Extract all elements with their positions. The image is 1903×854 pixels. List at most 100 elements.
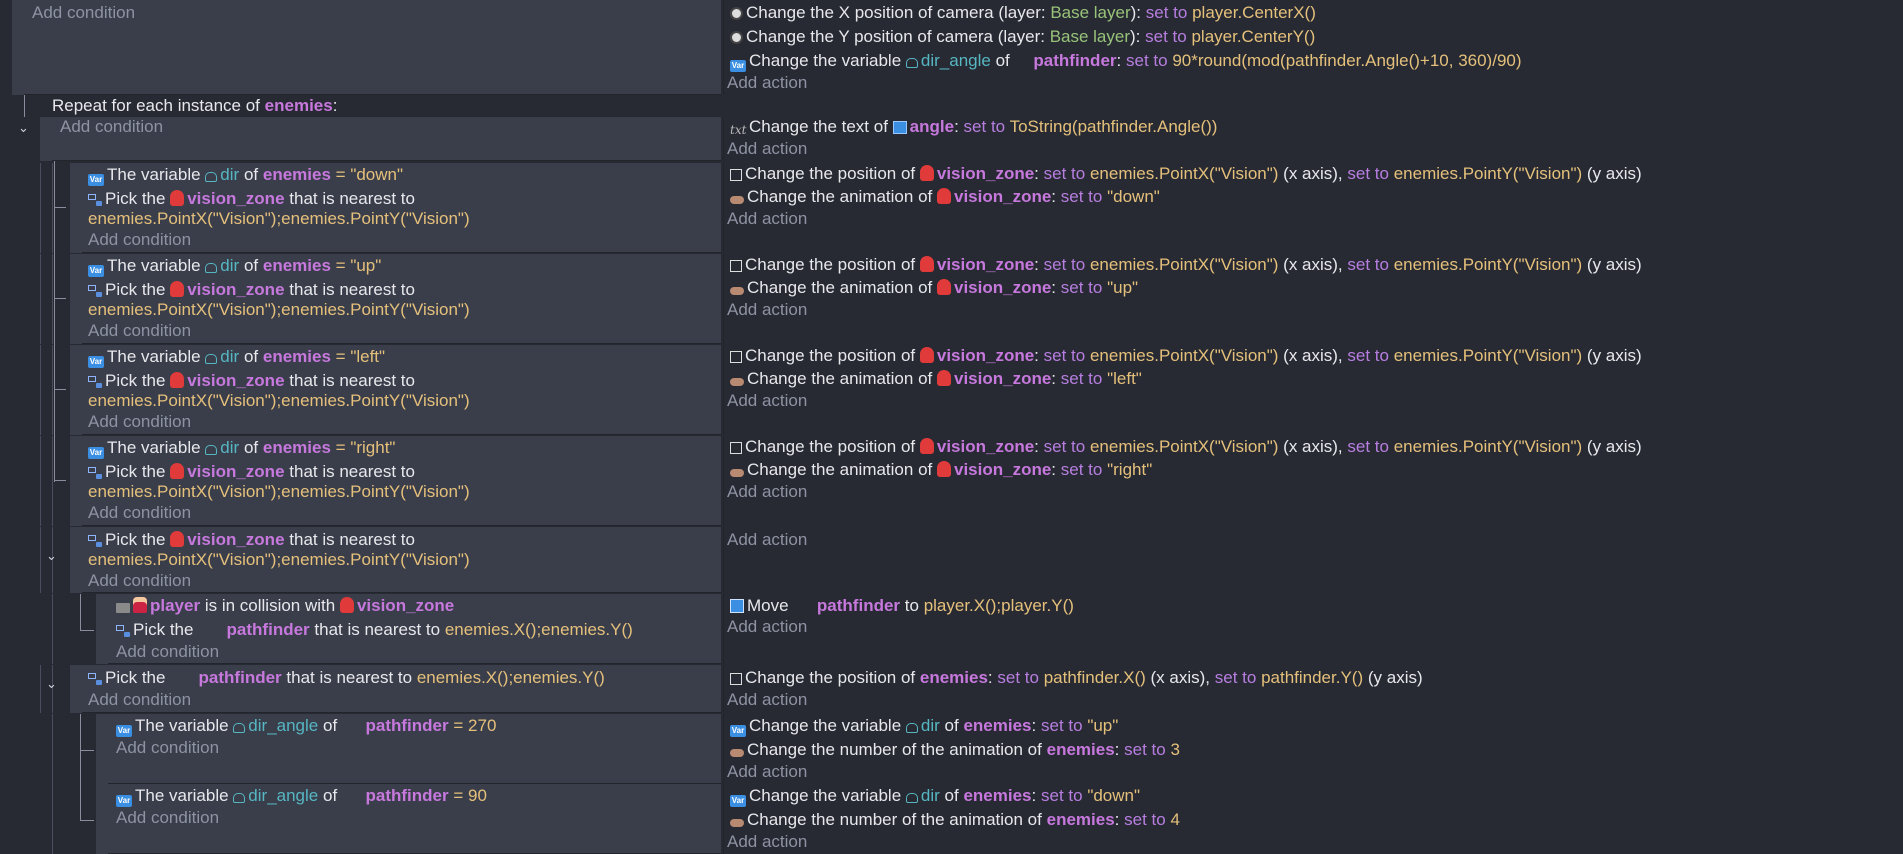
add-action-link[interactable]: Add action (727, 300, 807, 320)
action-set-dir[interactable]: Var Change the variable dir of enemies: s… (730, 716, 1118, 737)
condition-pick-nearest[interactable]: Pick the vision_zone that is nearest to (88, 371, 415, 391)
condition-block[interactable]: Var The variable dir_angle of pathfinder … (108, 784, 721, 854)
condition-block[interactable]: Pick the vision_zone that is nearest to … (82, 527, 721, 593)
action-block[interactable]: Change the position of vision_zone: set … (723, 254, 1903, 344)
add-action-link[interactable]: Add action (727, 832, 807, 852)
action-animation-vision-zone[interactable]: Change the animation of vision_zone: set… (730, 460, 1152, 480)
condition-block[interactable]: Var The variable dir of enemies = "down" … (82, 163, 721, 253)
action-block[interactable]: txt Change the text of angle: set to ToSt… (723, 117, 1903, 161)
player-icon (133, 597, 147, 613)
action-set-dir-angle[interactable]: Var Change the variable dir_angle of path… (730, 51, 1522, 72)
add-condition-link[interactable]: Add condition (88, 321, 191, 341)
condition-block[interactable]: Var The variable dir of enemies = "right"… (82, 436, 721, 526)
condition-pick-nearest[interactable]: Pick the vision_zone that is nearest to (88, 189, 415, 209)
condition-block[interactable]: Add condition (24, 0, 721, 95)
condition-pick-nearest[interactable]: Pick the vision_zone that is nearest to (88, 280, 415, 300)
action-animation-vision-zone[interactable]: Change the animation of vision_zone: set… (730, 278, 1138, 298)
condition-pick-nearest[interactable]: Pick the vision_zone that is nearest to (88, 530, 415, 550)
action-camera-y[interactable]: Change the Y position of camera (layer: … (730, 27, 1315, 47)
condition-block[interactable]: player is in collision with vision_zone … (108, 594, 721, 664)
add-condition-link[interactable]: Add condition (88, 230, 191, 250)
action-block[interactable]: Change the position of enemies: set to p… (723, 665, 1903, 713)
add-condition-link[interactable]: Add condition (88, 503, 191, 523)
add-condition-link[interactable]: Add condition (116, 808, 219, 828)
condition-pick-pathfinder[interactable]: Pick the pathfinder that is nearest to e… (88, 668, 605, 688)
add-condition-link[interactable]: Add condition (116, 738, 219, 758)
action-position-vision-zone[interactable]: Change the position of vision_zone: set … (730, 346, 1642, 366)
condition-variable-dir-angle[interactable]: Var The variable dir_angle of pathfinder … (116, 786, 487, 807)
animation-icon (730, 469, 744, 477)
add-condition-link[interactable]: Add condition (88, 412, 191, 432)
animation-icon (730, 749, 744, 757)
action-position-enemies[interactable]: Change the position of enemies: set to p… (730, 668, 1423, 688)
add-action-link[interactable]: Add action (727, 617, 807, 637)
add-condition-link[interactable]: Add condition (116, 642, 219, 662)
condition-variable-dir[interactable]: Var The variable dir of enemies = "up" (88, 256, 381, 277)
condition-block[interactable]: Add condition (52, 117, 721, 161)
condition-pick-nearest[interactable]: Pick the vision_zone that is nearest to (88, 462, 415, 482)
condition-block[interactable]: Var The variable dir of enemies = "up" Pi… (82, 254, 721, 344)
action-set-dir[interactable]: Var Change the variable dir of enemies: s… (730, 786, 1140, 807)
add-action-link[interactable]: Add action (727, 690, 807, 710)
event-dir-3[interactable]: Var The variable dir of enemies = "right"… (0, 390, 1903, 526)
add-condition-link[interactable]: Add condition (88, 690, 191, 710)
pick-nearest-icon (88, 376, 102, 388)
add-action-link[interactable]: Add action (727, 391, 807, 411)
vision-zone-icon (936, 279, 951, 295)
add-action-link[interactable]: Add action (727, 482, 807, 502)
event-dir-angle-0[interactable]: Var The variable dir_angle of pathfinder … (0, 714, 1903, 784)
condition-block[interactable]: Var The variable dir of enemies = "left" … (82, 345, 721, 435)
collapse-chevron-icon[interactable]: ⌄ (46, 548, 57, 564)
condition-variable-dir[interactable]: Var The variable dir of enemies = "left" (88, 347, 385, 368)
add-action-link[interactable]: Add action (727, 73, 807, 93)
action-block[interactable]: Change the position of vision_zone: set … (723, 436, 1903, 526)
event-camera[interactable]: Add condition Change the X position of c… (0, 0, 1903, 95)
action-animation-vision-zone[interactable]: Change the animation of vision_zone: set… (730, 187, 1160, 207)
pick-nearest-icon (88, 673, 102, 685)
condition-variable-dir[interactable]: Var The variable dir of enemies = "down" (88, 165, 403, 186)
collapse-chevron-icon[interactable]: ⌄ (46, 676, 57, 692)
action-set-animation-number[interactable]: Change the number of the animation of en… (730, 740, 1180, 760)
action-block[interactable]: Change the position of vision_zone: set … (723, 163, 1903, 253)
action-camera-x[interactable]: Change the X position of camera (layer: … (730, 3, 1316, 23)
action-block[interactable]: Var Change the variable dir of enemies: s… (723, 784, 1903, 854)
move-icon (730, 599, 744, 613)
repeat-for-each-header[interactable]: Repeat for each instance of enemies: (52, 93, 337, 119)
add-condition-link[interactable]: Add condition (32, 3, 135, 23)
object-variable-icon (205, 445, 218, 455)
action-position-vision-zone[interactable]: Change the position of vision_zone: set … (730, 164, 1642, 184)
action-block[interactable]: Add action (723, 527, 1903, 593)
add-action-link[interactable]: Add action (727, 209, 807, 229)
add-action-link[interactable]: Add action (727, 530, 807, 550)
condition-pick-pathfinder[interactable]: Pick the pathfinder that is nearest to e… (116, 620, 633, 640)
condition-block[interactable]: Pick the pathfinder that is nearest to e… (82, 665, 721, 713)
event-set-text[interactable]: Add condition txt Change the text of angl… (0, 117, 1903, 161)
add-action-link[interactable]: Add action (727, 139, 807, 159)
add-condition-link[interactable]: Add condition (88, 571, 191, 591)
event-dir-2[interactable]: Var The variable dir of enemies = "left" … (0, 299, 1903, 435)
action-block[interactable]: Change the X position of camera (layer: … (723, 0, 1903, 95)
action-animation-vision-zone[interactable]: Change the animation of vision_zone: set… (730, 369, 1142, 389)
add-condition-link[interactable]: Add condition (60, 117, 163, 137)
event-dir-0[interactable]: Var The variable dir of enemies = "down" … (0, 161, 1903, 253)
event-pick-pathfinder[interactable]: Pick the pathfinder that is nearest to e… (0, 665, 1903, 713)
add-action-link[interactable]: Add action (727, 762, 807, 782)
action-position-vision-zone[interactable]: Change the position of vision_zone: set … (730, 255, 1642, 275)
tree-line (52, 254, 53, 344)
vision-zone-icon (339, 597, 354, 613)
condition-block[interactable]: Var The variable dir_angle of pathfinder … (108, 714, 721, 784)
condition-variable-dir[interactable]: Var The variable dir of enemies = "right" (88, 438, 395, 459)
event-collision[interactable]: player is in collision with vision_zone … (0, 594, 1903, 664)
action-set-animation-number[interactable]: Change the number of the animation of en… (730, 810, 1180, 830)
action-position-vision-zone[interactable]: Change the position of vision_zone: set … (730, 437, 1642, 457)
action-move-pathfinder[interactable]: Move pathfinder to player.X();player.Y() (730, 596, 1074, 616)
condition-collision[interactable]: player is in collision with vision_zone (116, 596, 454, 616)
action-block[interactable]: Var Change the variable dir of enemies: s… (723, 714, 1903, 784)
action-block[interactable]: Move pathfinder to player.X();player.Y()… (723, 594, 1903, 664)
event-pick-vision-zone[interactable]: Pick the vision_zone that is nearest to … (0, 527, 1903, 593)
condition-variable-dir-angle[interactable]: Var The variable dir_angle of pathfinder … (116, 716, 496, 737)
event-dir-angle-1[interactable]: Var The variable dir_angle of pathfinder … (0, 738, 1903, 854)
event-dir-1[interactable]: Var The variable dir of enemies = "up" Pi… (0, 208, 1903, 344)
action-block[interactable]: Change the position of vision_zone: set … (723, 345, 1903, 435)
action-change-text[interactable]: txt Change the text of angle: set to ToSt… (730, 117, 1217, 140)
